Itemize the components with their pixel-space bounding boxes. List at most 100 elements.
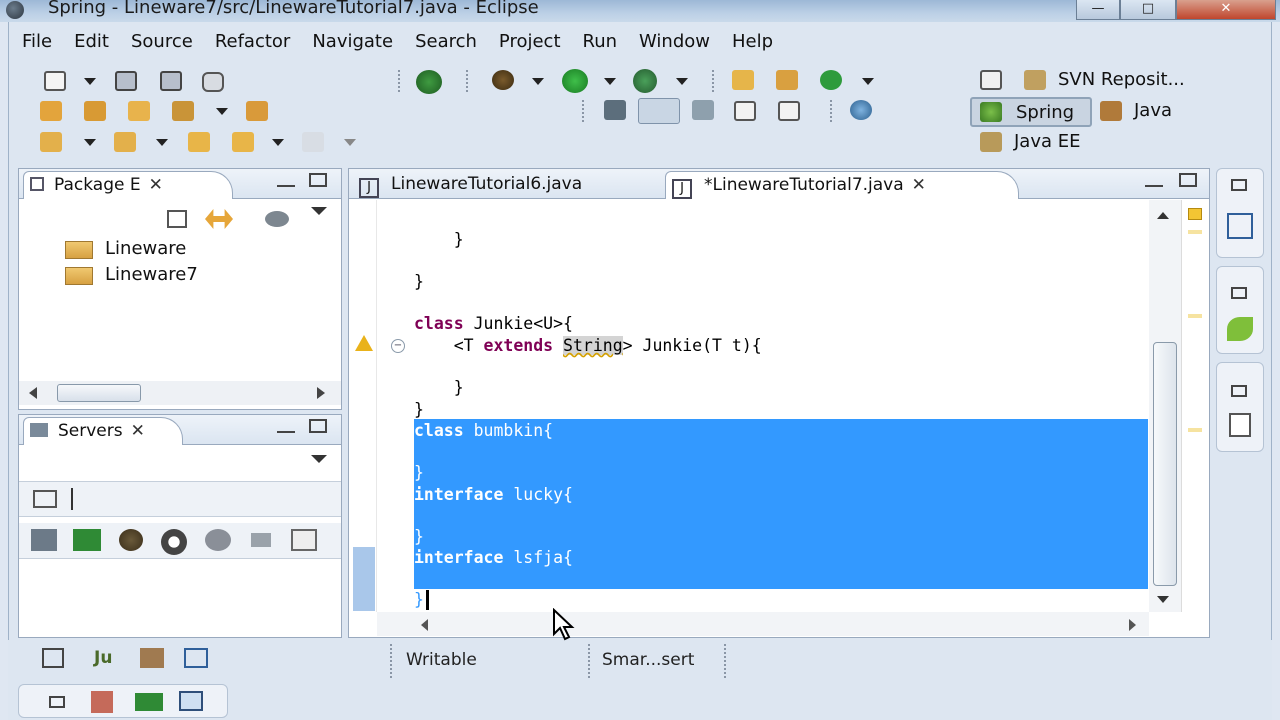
run-external-icon[interactable] [633, 69, 657, 93]
warning-marker[interactable] [1188, 208, 1202, 220]
new-icon[interactable] [44, 71, 66, 91]
restore-icon[interactable] [1231, 179, 1247, 191]
code-line[interactable]: <T extends String> Junkie(T t){ [414, 335, 762, 356]
publish-icon[interactable] [291, 529, 317, 551]
restore-icon[interactable] [1231, 287, 1247, 299]
search-icon[interactable] [172, 101, 194, 121]
maximize-view-icon[interactable] [309, 419, 327, 433]
tab-servers[interactable]: Servers ✕ [23, 417, 183, 445]
new-dropdown-icon[interactable] [84, 78, 96, 85]
print-icon[interactable] [202, 72, 224, 92]
scrollbar-thumb[interactable] [57, 384, 141, 402]
collapse-icon[interactable] [33, 490, 57, 508]
menu-file[interactable]: File [22, 30, 63, 54]
horizontal-scrollbar[interactable] [19, 381, 341, 405]
scroll-left-icon[interactable] [421, 619, 428, 631]
scroll-up-icon[interactable] [1157, 212, 1169, 219]
open-type-icon[interactable] [40, 101, 62, 121]
code-line[interactable]: interface lsfja{ [414, 547, 573, 568]
globe-icon[interactable] [850, 100, 872, 120]
last-edit-icon[interactable] [188, 132, 210, 152]
maximize-view-icon[interactable] [309, 173, 327, 187]
menu-source[interactable]: Source [120, 30, 204, 54]
menu-navigate[interactable]: Navigate [301, 30, 404, 54]
new-java-project-icon[interactable] [732, 70, 754, 90]
spring-ide-icon[interactable] [416, 70, 442, 94]
pilcrow-icon[interactable] [778, 101, 800, 121]
problems-icon[interactable] [91, 691, 113, 713]
new-server-icon[interactable] [31, 529, 57, 551]
editor-horizontal-scrollbar[interactable] [377, 612, 1149, 636]
menu-project[interactable]: Project [488, 30, 572, 54]
back-dropdown-icon[interactable] [272, 139, 284, 146]
code-line[interactable]: interface lucky{ [414, 484, 573, 505]
outline-icon[interactable] [1227, 213, 1253, 239]
maximize-button[interactable]: □ [1120, 0, 1176, 20]
open-task-icon[interactable] [84, 101, 106, 121]
code-line[interactable]: } [414, 462, 424, 483]
open-folder-icon[interactable] [246, 101, 268, 121]
scroll-down-icon[interactable] [1157, 596, 1169, 603]
perspective-java[interactable]: Java [1134, 100, 1172, 121]
code-line[interactable]: } [414, 377, 464, 398]
tab-lineware-tutorial6[interactable]: J LinewareTutorial6.java [359, 171, 582, 199]
scroll-right-icon[interactable] [1129, 619, 1136, 631]
perspective-javaee[interactable]: Java EE [1014, 131, 1081, 152]
minimize-view-icon[interactable] [277, 173, 295, 187]
minimize-view-icon[interactable] [1145, 173, 1163, 187]
tab-lineware-tutorial7[interactable]: J *LinewareTutorial7.java ✕ [665, 171, 1019, 199]
spring-explorer-icon[interactable] [1227, 317, 1253, 341]
next-annotation-icon[interactable] [40, 132, 62, 152]
fold-collapse-icon[interactable]: − [391, 339, 405, 353]
debug-icon[interactable] [492, 70, 514, 90]
code-line[interactable]: class Junkie<U>{ [414, 313, 573, 334]
maximize-view-icon[interactable] [1179, 173, 1197, 187]
code-line[interactable]: } [414, 399, 424, 420]
forward-dropdown-icon[interactable] [344, 139, 356, 146]
junit-icon[interactable]: Ju [94, 648, 112, 668]
monitor-icon[interactable] [179, 691, 203, 711]
menu-search[interactable]: Search [404, 30, 488, 54]
toggle-ant-icon[interactable] [604, 100, 626, 120]
new-package-icon[interactable] [776, 70, 798, 90]
save-all-icon[interactable] [160, 71, 182, 91]
run-dropdown-icon[interactable] [604, 78, 616, 85]
focus-on-task-icon[interactable] [265, 211, 289, 227]
fast-view-icon[interactable] [42, 648, 64, 668]
new-class-dropdown-icon[interactable] [862, 78, 874, 85]
back-icon[interactable] [232, 132, 254, 152]
close-icon[interactable]: ✕ [131, 421, 145, 441]
stop-server-icon[interactable] [251, 533, 271, 547]
open-resource-icon[interactable] [128, 101, 150, 121]
link-with-editor-icon[interactable] [205, 209, 233, 229]
run-server-icon[interactable] [161, 529, 187, 555]
code-line[interactable]: class bumbkin{ [414, 420, 553, 441]
occurrence-marker[interactable] [1188, 314, 1202, 318]
warning-icon[interactable] [355, 335, 373, 351]
debug-server-icon[interactable] [119, 529, 143, 551]
scroll-left-icon[interactable] [29, 387, 37, 399]
type-hierarchy-icon[interactable] [184, 648, 208, 668]
vertical-scrollbar[interactable] [1149, 200, 1181, 612]
minimize-view-icon[interactable] [277, 419, 295, 433]
scrollbar-thumb[interactable] [1153, 342, 1177, 586]
toggle-mark-occurrences-icon[interactable] [638, 98, 680, 124]
task-list-icon[interactable] [1229, 413, 1251, 437]
menu-run[interactable]: Run [572, 30, 629, 54]
save-icon[interactable] [115, 71, 137, 91]
start-server-icon[interactable] [73, 529, 101, 551]
scroll-right-icon[interactable] [317, 387, 325, 399]
collapse-all-icon[interactable] [167, 210, 187, 228]
close-icon[interactable]: ✕ [149, 175, 163, 195]
close-button[interactable]: ✕ [1176, 0, 1276, 20]
prev-annotation-icon[interactable] [114, 132, 136, 152]
external-dropdown-icon[interactable] [676, 78, 688, 85]
project-lineware7[interactable]: Lineware7 [105, 264, 198, 285]
code-line[interactable]: } [414, 229, 464, 250]
occurrence-marker[interactable] [1188, 230, 1202, 234]
prev-annotation-dropdown-icon[interactable] [156, 139, 168, 146]
view-menu-icon[interactable] [311, 207, 327, 215]
occurrence-marker[interactable] [1188, 428, 1202, 432]
perspective-spring-button[interactable]: Spring [970, 97, 1092, 127]
menu-window[interactable]: Window [628, 30, 721, 54]
